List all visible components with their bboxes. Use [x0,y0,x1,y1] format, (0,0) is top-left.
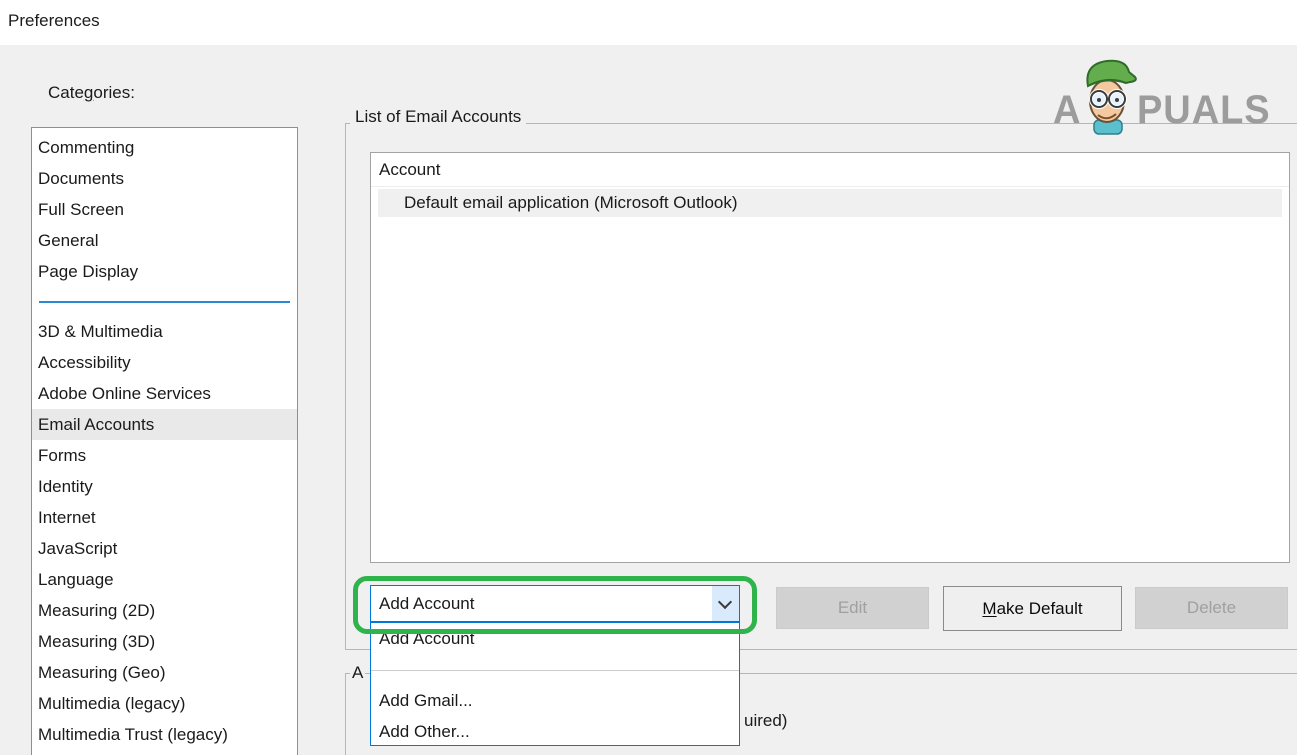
menu-item-add-account[interactable]: Add Account [371,624,739,654]
combobox-dropdown-button[interactable] [712,586,739,621]
category-item-commenting[interactable]: Commenting [32,132,297,163]
category-item-page-display[interactable]: Page Display [32,256,297,287]
category-item-measuring-3d[interactable]: Measuring (3D) [32,626,297,657]
category-item-forms[interactable]: Forms [32,440,297,471]
category-item-accessibility[interactable]: Accessibility [32,347,297,378]
chevron-down-icon [718,595,732,609]
category-item-documents[interactable]: Documents [32,163,297,194]
add-account-dropdown-menu[interactable]: Add Account Add Gmail... Add Other... [370,622,740,746]
edit-button[interactable]: Edit [776,587,929,629]
category-item-measuring-geo[interactable]: Measuring (Geo) [32,657,297,688]
category-item-adobe-online-services[interactable]: Adobe Online Services [32,378,297,409]
category-item-multimedia-trust-legacy[interactable]: Multimedia Trust (legacy) [32,719,297,750]
required-text-fragment: uired) [744,711,787,731]
make-default-accelerator: M [982,599,996,618]
category-item-3d-multimedia[interactable]: 3D & Multimedia [32,316,297,347]
menu-item-add-other[interactable]: Add Other... [371,717,739,747]
category-group-separator [32,287,297,316]
add-account-combobox[interactable]: Add Account [370,585,740,622]
categories-label-accelerator: g [84,83,93,102]
category-item-general[interactable]: General [32,225,297,256]
second-groupbox-label-fragment: A [350,663,365,683]
category-item-email-accounts[interactable]: Email Accounts [32,409,297,440]
category-item-identity[interactable]: Identity [32,471,297,502]
menu-separator [371,670,739,671]
make-default-rest: ake Default [997,599,1083,618]
categories-listbox[interactable]: Commenting Documents Full Screen General… [31,127,298,755]
add-account-combobox-value: Add Account [379,586,474,621]
delete-button[interactable]: Delete [1135,587,1288,629]
make-default-button[interactable]: Make Default [943,586,1122,631]
category-item-language[interactable]: Language [32,564,297,595]
accounts-table-header-account: Account [371,153,1289,187]
category-item-full-screen[interactable]: Full Screen [32,194,297,225]
email-accounts-groupbox-label: List of Email Accounts [350,107,526,127]
category-item-multimedia-legacy[interactable]: Multimedia (legacy) [32,688,297,719]
category-item-measuring-2d[interactable]: Measuring (2D) [32,595,297,626]
accounts-table[interactable]: Account Default email application (Micro… [370,152,1290,563]
window-title: Preferences [8,11,100,31]
categories-label: Categories: [48,83,135,103]
category-item-javascript[interactable]: JavaScript [32,533,297,564]
category-item-reading[interactable]: Reading [32,750,297,755]
table-row-default-email-application[interactable]: Default email application (Microsoft Out… [378,189,1282,217]
menu-item-add-gmail[interactable]: Add Gmail... [371,686,739,716]
categories-label-prefix: Cate [48,83,84,102]
window-titlebar: Preferences [0,0,1297,45]
category-item-internet[interactable]: Internet [32,502,297,533]
categories-label-suffix: ories: [93,83,135,102]
